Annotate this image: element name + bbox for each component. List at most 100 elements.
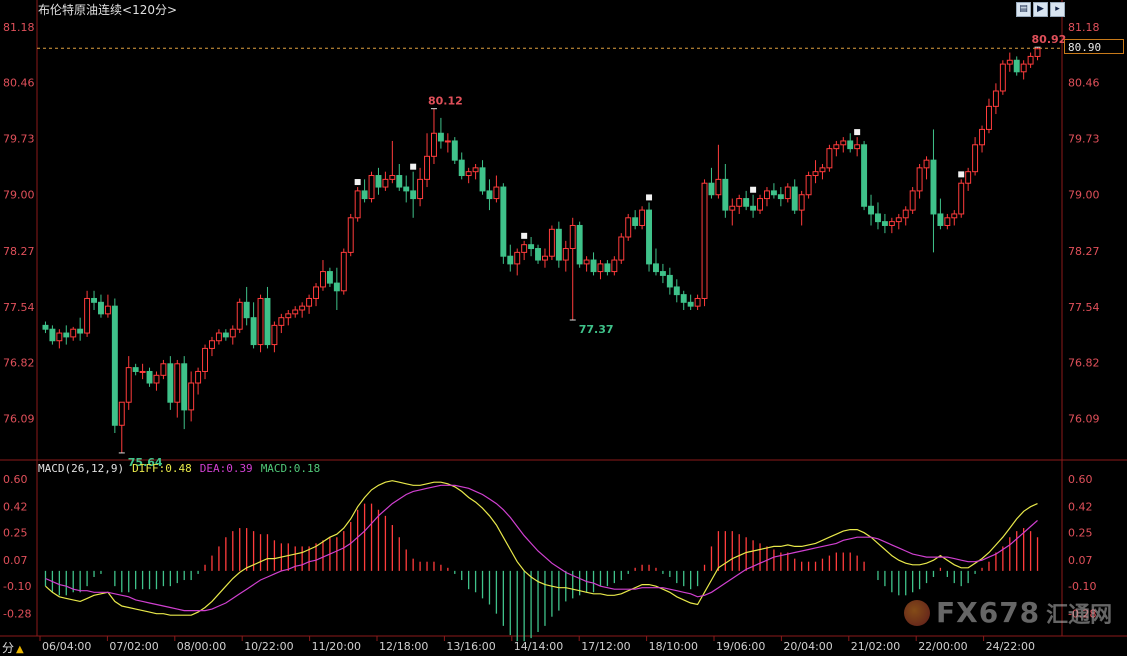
candle-down — [361, 190, 368, 200]
watermark-brand: FX678 — [936, 596, 1041, 629]
candle-up — [271, 324, 278, 346]
candle-up — [833, 144, 840, 150]
candle-down — [396, 175, 403, 188]
macd-tick-label: 0.07 — [3, 554, 28, 567]
candle-down — [576, 224, 583, 265]
candle-down — [77, 328, 84, 334]
candle-up — [972, 144, 979, 173]
candle-up — [992, 90, 999, 107]
macd-tick-label: -0.10 — [3, 580, 31, 593]
candle-up — [999, 63, 1006, 92]
candle-down — [49, 328, 56, 342]
candle-up — [895, 217, 902, 223]
period-label[interactable]: <120分> — [122, 3, 177, 17]
candle-up — [944, 217, 951, 226]
candle-up — [639, 209, 646, 226]
macd-value: MACD:0.18 — [260, 462, 321, 475]
candle-up — [521, 244, 528, 253]
macd-lines — [45, 480, 1038, 616]
candle-down — [222, 332, 229, 338]
candle-up — [320, 271, 326, 288]
time-tick-label: 07/02:00 — [109, 640, 158, 653]
price-tick-label: 81.18 — [3, 21, 35, 34]
time-tick-label: 10/22:00 — [244, 640, 293, 653]
chart-canvas: 81.18 81.18 80.46 80.46 79.73 79.73 79.00 79.00… — [0, 0, 1127, 653]
candlestick-series — [42, 47, 1041, 453]
logo-icon — [904, 599, 930, 626]
candle-up — [229, 328, 236, 338]
time-tick-label: 14/14:00 — [514, 640, 563, 653]
macd-params: MACD(26,12,9) — [38, 462, 125, 475]
candle-up — [347, 217, 354, 253]
next-icon[interactable]: ▸ — [1050, 2, 1065, 17]
candle-down — [875, 213, 881, 223]
candle-up — [854, 144, 861, 150]
candle-down — [847, 140, 854, 150]
candle-up — [729, 205, 736, 211]
candle-up — [611, 259, 618, 273]
signal-marker — [521, 232, 528, 239]
candle-down — [528, 244, 535, 250]
candle-up — [694, 297, 701, 307]
macd-tick-label: -0.10 — [1068, 580, 1096, 593]
candle-down — [604, 263, 611, 273]
signal-marker — [354, 179, 361, 186]
time-tick-label: 17/12:00 — [581, 640, 630, 653]
candle-up — [125, 367, 132, 403]
price-tick-label: 81.18 — [1068, 21, 1100, 34]
time-tick-label: 21/02:00 — [851, 640, 900, 653]
signal-marker — [646, 194, 653, 201]
play-icon[interactable]: ▶ — [1033, 2, 1048, 17]
candle-up — [597, 263, 604, 273]
macd-tick-label: 0.42 — [1068, 501, 1093, 514]
candle-down — [535, 248, 541, 261]
candle-down — [791, 186, 798, 211]
candle-down — [486, 190, 493, 200]
candle-down — [250, 317, 257, 346]
candle-down — [181, 363, 188, 411]
up-arrow-icon: ▲ — [16, 644, 24, 655]
candle-down — [666, 274, 673, 288]
candle-up — [56, 332, 63, 342]
candle-down — [98, 301, 104, 315]
current-price-tag: 80.90 — [1064, 39, 1124, 54]
signal-marker — [958, 171, 965, 178]
price-tick-label: 76.09 — [3, 412, 35, 425]
price-tick-label: 76.82 — [1068, 356, 1100, 369]
chart-icon[interactable]: ▤ — [1016, 2, 1031, 17]
candle-up — [562, 248, 569, 261]
candle-down — [930, 159, 937, 215]
candle-up — [923, 159, 930, 169]
candle-up — [840, 140, 847, 146]
period-switch-button[interactable]: 分 ▲ — [2, 639, 24, 656]
dea-line — [45, 484, 1038, 612]
candle-up — [465, 171, 472, 177]
candle-down — [750, 205, 757, 211]
time-tick-label: 24/22:00 — [986, 640, 1035, 653]
candle-up — [195, 370, 202, 384]
candle-down — [555, 228, 562, 261]
candle-down — [673, 286, 680, 296]
candle-down — [590, 259, 597, 273]
candle-up — [215, 332, 222, 342]
candle-up — [618, 236, 625, 261]
candle-down — [937, 213, 944, 226]
candle-up — [951, 213, 958, 219]
candle-down — [264, 297, 271, 346]
watermark-cn: 汇通网 — [1046, 602, 1113, 628]
annotation-label: 77.37 — [579, 323, 614, 336]
candle-down — [770, 190, 777, 196]
candle-up — [784, 186, 791, 200]
candle-down — [63, 332, 70, 338]
instrument-title: 布伦特原油连续<120分> — [38, 1, 177, 18]
candle-up — [160, 363, 167, 376]
candle-down — [646, 209, 652, 265]
candle-down — [881, 221, 888, 226]
candle-up — [104, 305, 111, 315]
candle-down — [243, 301, 250, 319]
candle-up — [1027, 55, 1034, 65]
candle-up — [299, 305, 306, 311]
candle-up — [583, 259, 590, 265]
candle-up — [354, 190, 361, 219]
candle-up — [84, 297, 91, 334]
